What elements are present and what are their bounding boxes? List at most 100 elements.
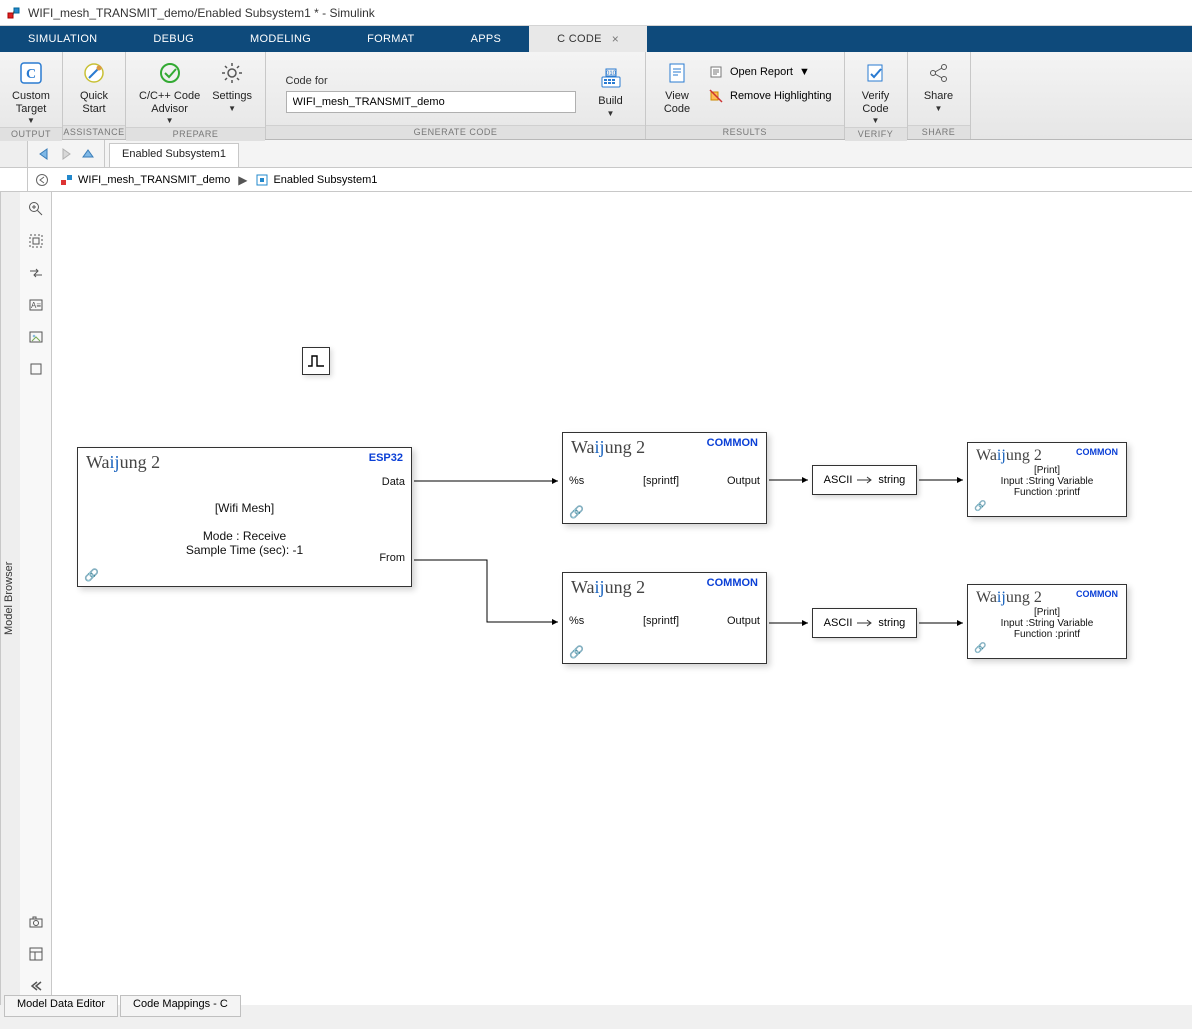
arrow-icon (856, 619, 874, 627)
build-button[interactable]: 010 Build ▼ (586, 61, 636, 120)
print-block-2[interactable]: Waijung 2 COMMON [Print] Input :String V… (967, 584, 1127, 659)
model-browser-tab[interactable]: Model Browser (0, 192, 20, 1005)
print-l3: Function :printf (968, 487, 1126, 498)
block-tag: ESP32 (369, 452, 403, 464)
conv-out: string (878, 474, 905, 486)
code-mappings-tab[interactable]: Code Mappings - C (120, 995, 241, 1017)
pulse-block[interactable] (302, 347, 330, 375)
tab-ccode[interactable]: C CODE × (529, 26, 647, 52)
port-from: From (379, 552, 405, 564)
code-advisor-label: C/C++ Code Advisor (139, 90, 200, 115)
group-results-label: RESULTS (646, 125, 844, 139)
check-circle-icon (157, 60, 183, 86)
print-l2: Input :String Variable (968, 618, 1126, 629)
wifi-mode: Mode : Receive (78, 529, 411, 543)
image-icon[interactable] (25, 326, 47, 348)
block-tag: COMMON (1076, 447, 1118, 457)
subsystem-icon (255, 173, 269, 187)
print-l1: [Print] (968, 607, 1126, 618)
dropdown-icon: ▼ (27, 116, 35, 125)
group-output-label: OUTPUT (0, 127, 62, 141)
group-prepare: C/C++ Code Advisor ▼ Settings ▼ PREPARE (126, 52, 266, 139)
breadcrumb-separator-icon: ▶ (234, 173, 251, 187)
quick-start-button[interactable]: Quick Start (69, 56, 119, 117)
wand-icon (81, 60, 107, 86)
verify-code-button[interactable]: Verify Code ▼ (851, 56, 901, 127)
tab-simulation[interactable]: SIMULATION (0, 26, 125, 52)
annotation-icon[interactable]: A≡ (25, 294, 47, 316)
wifi-name: [Wifi Mesh] (78, 501, 411, 515)
hide-contents-button[interactable] (28, 173, 56, 187)
wifi-mesh-block[interactable]: Waijung 2 ESP32 [Wifi Mesh] Mode : Recei… (77, 447, 412, 587)
nav-forward-button[interactable] (56, 144, 76, 164)
print-block-1[interactable]: Waijung 2 COMMON [Print] Input :String V… (967, 442, 1127, 517)
settings-button[interactable]: Settings ▼ (206, 56, 258, 115)
highlight-off-icon (708, 88, 724, 104)
ascii-to-string-block-1[interactable]: ASCII string (812, 465, 917, 495)
view-code-label: View Code (664, 90, 690, 115)
panel-icon[interactable] (25, 943, 47, 965)
c-target-icon: C (18, 60, 44, 86)
conv-in: ASCII (824, 474, 853, 486)
group-output: C Custom Target ▼ OUTPUT (0, 52, 63, 139)
zoom-in-icon[interactable] (25, 198, 47, 220)
model-data-editor-tab[interactable]: Model Data Editor (4, 995, 118, 1017)
open-report-label: Open Report (730, 66, 793, 78)
camera-icon[interactable] (25, 911, 47, 933)
simulink-app-icon (6, 5, 22, 21)
sprintf-block-1[interactable]: Waijung 2 COMMON %s [sprintf] Output 🔗 (562, 432, 767, 524)
tab-debug[interactable]: DEBUG (125, 26, 222, 52)
open-report-button[interactable]: Open Report ▼ (702, 62, 838, 82)
fit-to-view-icon[interactable] (25, 230, 47, 252)
collapse-icon[interactable] (25, 975, 47, 997)
tab-apps[interactable]: APPS (443, 26, 530, 52)
sprintf-block-2[interactable]: Waijung 2 COMMON %s [sprintf] Output 🔗 (562, 572, 767, 664)
svg-text:C: C (26, 67, 36, 82)
dropdown-icon: ▼ (872, 116, 880, 125)
svg-text:A≡: A≡ (30, 301, 40, 310)
conv-out: string (878, 617, 905, 629)
port-in-fmt: %s (569, 615, 584, 627)
nav-arrows (28, 140, 105, 167)
nav-up-button[interactable] (78, 144, 98, 164)
arrows-icon[interactable] (25, 262, 47, 284)
dropdown-icon: ▼ (799, 66, 810, 78)
canvas[interactable]: Waijung 2 ESP32 [Wifi Mesh] Mode : Recei… (52, 192, 1192, 1005)
box-icon[interactable] (25, 358, 47, 380)
view-code-button[interactable]: View Code (652, 56, 702, 117)
nav-back-button[interactable] (34, 144, 54, 164)
settings-label: Settings (212, 90, 252, 103)
tab-format[interactable]: FORMAT (339, 26, 442, 52)
remove-highlighting-button[interactable]: Remove Highlighting (702, 86, 838, 106)
custom-target-label: Custom Target (12, 90, 50, 115)
port-output: Output (727, 475, 760, 487)
ribbon-tabstrip: SIMULATION DEBUG MODELING FORMAT APPS C … (0, 26, 1192, 52)
conv-in: ASCII (824, 617, 853, 629)
report-icon (708, 64, 724, 80)
share-button[interactable]: Share ▼ (914, 56, 964, 115)
tab-ccode-label: C CODE (557, 33, 602, 45)
code-advisor-button[interactable]: C/C++ Code Advisor ▼ (133, 56, 206, 127)
tab-modeling[interactable]: MODELING (222, 26, 339, 52)
port-in-fmt: %s (569, 475, 584, 487)
explorer-tab[interactable]: Enabled Subsystem1 (109, 143, 239, 167)
group-share-label: SHARE (908, 125, 970, 139)
breadcrumb-leaf[interactable]: Enabled Subsystem1 (251, 173, 381, 187)
tab-close-icon[interactable]: × (612, 32, 619, 46)
code-for-input[interactable] (286, 91, 576, 113)
verify-code-label: Verify Code (862, 90, 890, 115)
port-data: Data (382, 476, 405, 488)
print-l3: Function :printf (968, 629, 1126, 640)
breadcrumb-root[interactable]: WIFI_mesh_TRANSMIT_demo (56, 173, 234, 187)
custom-target-button[interactable]: C Custom Target ▼ (6, 56, 56, 127)
print-l1: [Print] (968, 465, 1126, 476)
ascii-to-string-block-2[interactable]: ASCII string (812, 608, 917, 638)
group-verify: Verify Code ▼ VERIFY (845, 52, 908, 139)
block-tag: COMMON (707, 577, 758, 589)
wifi-sampletime: Sample Time (sec): -1 (78, 543, 411, 557)
window-title: WIFI_mesh_TRANSMIT_demo/Enabled Subsyste… (28, 6, 375, 20)
share-icon (926, 60, 952, 86)
group-assistance: Quick Start ASSISTANCE (63, 52, 126, 139)
dropdown-icon: ▼ (166, 116, 174, 125)
group-results: View Code Open Report ▼ Remove Highlight… (646, 52, 845, 139)
